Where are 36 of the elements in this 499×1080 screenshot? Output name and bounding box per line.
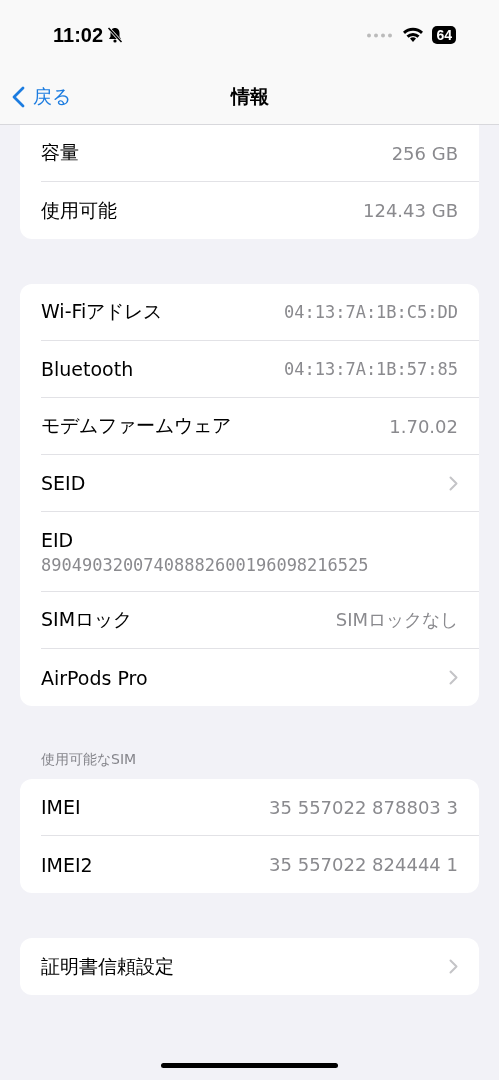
section-header: 使用可能なSIM [40,751,138,769]
signal-icon [366,32,395,38]
row-value: 124.43 GB [363,200,458,221]
row-value: 35 557022 878803 3 [269,796,458,818]
row-label: AirPods Pro [41,666,148,689]
chevron-right-icon [449,475,458,491]
row-label: モデムファームウェア [41,413,231,438]
row-label: 証明書信頼設定 [41,953,174,979]
row-label: 容量 [41,140,79,165]
list-row[interactable]: SEID [41,455,479,512]
row-label: Wi-Fiアドレス [41,299,163,324]
row-label: Bluetooth [41,358,134,380]
chevron-right-icon [449,959,458,974]
row-value: SIMロックなし [335,608,458,632]
battery-indicator: 64 [432,26,456,44]
row-value: 89049032007408882600196098216525 [41,554,369,575]
row-value: 04:13:7A:1B:C5:DD [284,302,458,322]
row-label: IMEI [41,796,81,818]
list-row[interactable]: 証明書信頼設定 [41,938,479,995]
list-row[interactable]: AirPods Pro [41,649,479,706]
row-label: 使用可能 [41,197,117,223]
row-label: SIMロック [41,607,133,632]
row-value: 256 GB [391,142,458,164]
chevron-left-icon [12,86,25,108]
bell-slash-icon [106,26,125,44]
status-time: 11:02 [53,23,104,47]
row-value: 35 557022 824444 1 [269,854,458,875]
row-label: IMEI2 [41,853,93,876]
chevron-right-icon [449,670,458,685]
back-button[interactable]: 戻る [0,83,77,111]
row-value: 04:13:7A:1B:57:85 [284,359,458,379]
wifi-icon [402,27,425,43]
row-label: EID [41,528,74,551]
row-label: SEID [41,472,86,494]
row-value: 1.70.02 [389,415,458,437]
screen-title: 情報 [230,85,269,107]
